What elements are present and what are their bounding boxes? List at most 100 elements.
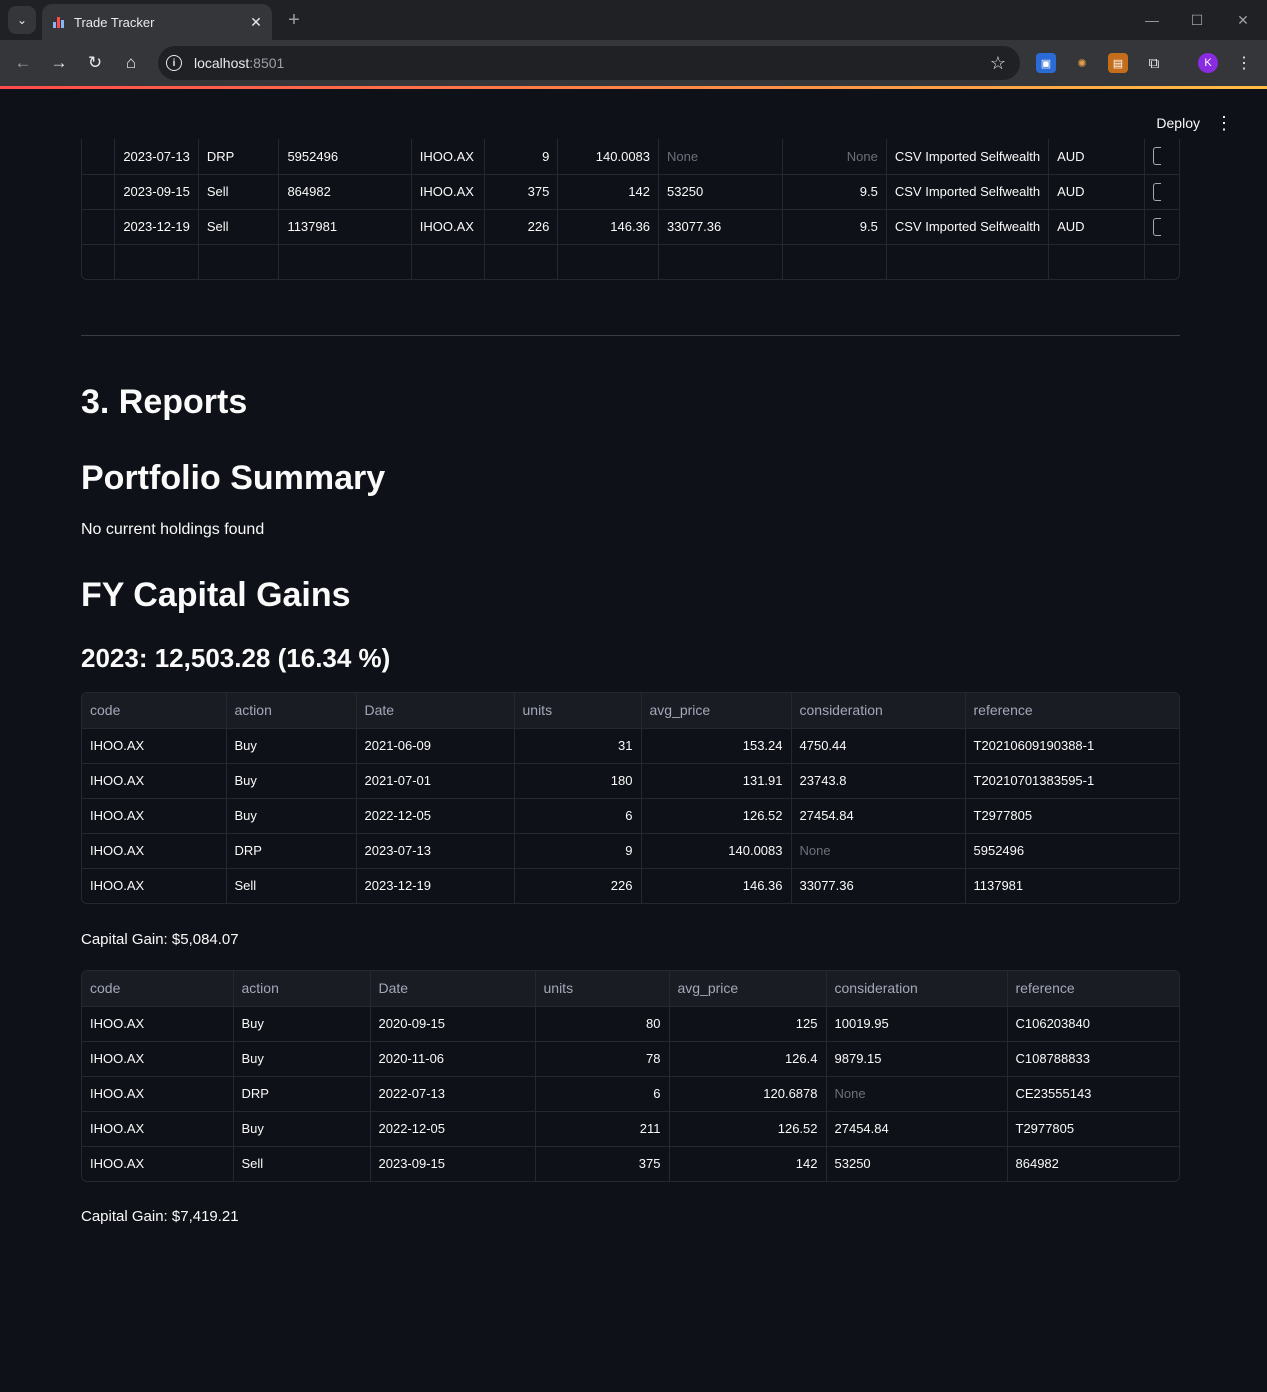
table-row[interactable]: IHOO.AX Buy 2021-06-09 31 153.24 4750.44 T2021… (82, 728, 1179, 764)
forward-arrow-icon[interactable]: → (47, 51, 71, 75)
table-row[interactable]: IHOO.AX Buy 2022-12-05 211 126.52 27454.84 T29… (82, 1111, 1179, 1147)
table-cell[interactable]: 2020-11-06 (370, 1041, 536, 1077)
deploy-button[interactable]: Deploy (1156, 115, 1200, 131)
table-cell[interactable]: 27454.84 (791, 798, 966, 834)
column-header-action[interactable]: action (233, 971, 371, 1007)
currency-cell[interactable]: AUD (1048, 139, 1145, 175)
table-cell[interactable]: 2021-06-09 (356, 728, 515, 764)
table-cell[interactable]: 131.91 (641, 763, 792, 799)
table-cell[interactable]: 146.36 (641, 868, 792, 903)
site-info-icon[interactable]: i (166, 55, 182, 71)
extension-orange-icon[interactable]: ▤ (1108, 53, 1128, 73)
table-row[interactable]: IHOO.AX Buy 2021-07-01 180 131.91 23743.8 T202… (82, 763, 1179, 799)
currency-cell[interactable]: AUD (1048, 209, 1145, 245)
table-cell[interactable]: Buy (233, 1041, 371, 1077)
table-cell[interactable]: DRP (233, 1076, 371, 1112)
units-cell[interactable]: 375 (484, 174, 559, 210)
column-header-date[interactable]: Date (356, 693, 515, 729)
table-cell[interactable]: C106203840 (1007, 1006, 1179, 1042)
table-cell[interactable]: 2023-09-15 (370, 1146, 536, 1181)
table-cell[interactable]: 2021-07-01 (356, 763, 515, 799)
table-cell[interactable]: Buy (233, 1111, 371, 1147)
table-cell[interactable]: 2020-09-15 (370, 1006, 536, 1042)
currency-cell[interactable]: AUD (1048, 174, 1145, 210)
table-cell[interactable]: IHOO.AX (82, 833, 227, 869)
action-cell[interactable]: Sell (198, 209, 280, 245)
browser-menu-icon[interactable]: ⋮ (1234, 53, 1254, 73)
extension-bitwarden-icon[interactable]: ▣ (1036, 53, 1056, 73)
brokerage-cell[interactable]: 9.5 (782, 209, 887, 245)
table-cell[interactable]: 2022-07-13 (370, 1076, 536, 1112)
column-header-code[interactable]: code (82, 971, 234, 1007)
table-cell[interactable]: IHOO.AX (82, 763, 227, 799)
profile-avatar[interactable]: K (1198, 53, 1218, 73)
table-cell[interactable]: 140.0083 (641, 833, 792, 869)
brokerage-cell[interactable]: None (782, 139, 887, 175)
tab-search-button[interactable]: ⌄ (8, 6, 36, 34)
column-header-units[interactable]: units (535, 971, 670, 1007)
column-header-action[interactable]: action (226, 693, 357, 729)
extensions-puzzle-icon[interactable]: ⧉ (1144, 53, 1164, 73)
table-cell[interactable]: DRP (226, 833, 357, 869)
table-cell[interactable]: 125 (669, 1006, 827, 1042)
consideration-cell[interactable]: None (658, 139, 784, 175)
table-cell[interactable]: 211 (535, 1111, 670, 1147)
table-cell[interactable]: Sell (233, 1146, 371, 1181)
table-cell[interactable]: 1137981 (965, 868, 1179, 903)
checkbox-cell[interactable] (1144, 174, 1179, 210)
column-header-consideration[interactable]: consideration (826, 971, 1008, 1007)
notes-cell[interactable]: CSV Imported Selfwealth (886, 209, 1050, 245)
table-cell[interactable]: IHOO.AX (82, 728, 227, 764)
reference-cell[interactable]: 5952496 (278, 139, 412, 175)
table-cell[interactable]: 6 (535, 1076, 670, 1112)
code-cell[interactable]: IHOO.AX (411, 139, 485, 175)
table-cell[interactable]: 126.52 (669, 1111, 827, 1147)
table-cell[interactable]: 33077.36 (791, 868, 966, 903)
table-cell[interactable]: 10019.95 (826, 1006, 1008, 1042)
code-cell[interactable]: IHOO.AX (411, 209, 485, 245)
table-cell[interactable]: 80 (535, 1006, 670, 1042)
table-cell[interactable]: 180 (514, 763, 642, 799)
table-cell[interactable]: 120.6878 (669, 1076, 827, 1112)
consideration-cell[interactable]: 53250 (658, 174, 784, 210)
table-cell[interactable]: 142 (669, 1146, 827, 1181)
back-arrow-icon[interactable]: ← (11, 51, 35, 75)
table-cell[interactable]: 9 (514, 833, 642, 869)
reference-cell[interactable]: 864982 (278, 174, 412, 210)
column-header-reference[interactable]: reference (1007, 971, 1179, 1007)
table-cell[interactable]: 2023-07-13 (356, 833, 515, 869)
table-cell[interactable]: 2023-12-19 (356, 868, 515, 903)
price-cell[interactable]: 140.0083 (557, 139, 660, 175)
column-header-consideration[interactable]: consideration (791, 693, 966, 729)
table-cell[interactable]: 27454.84 (826, 1111, 1008, 1147)
table-cell[interactable]: 2022-12-05 (370, 1111, 536, 1147)
table-cell[interactable]: Buy (226, 728, 357, 764)
units-cell[interactable]: 9 (484, 139, 559, 175)
table-cell[interactable]: 864982 (1007, 1146, 1179, 1181)
close-window-icon[interactable]: ✕ (1231, 8, 1255, 32)
date-cell[interactable]: 2023-07-13 (114, 139, 199, 175)
column-header-avg-price[interactable]: avg_price (641, 693, 792, 729)
table-cell[interactable]: 4750.44 (791, 728, 966, 764)
minimize-icon[interactable]: — (1140, 8, 1164, 32)
table-row[interactable]: 2023-12-19 Sell 1137981 IHOO.AX 226 146.… (82, 209, 1179, 245)
table-cell[interactable]: 226 (514, 868, 642, 903)
home-icon[interactable]: ⌂ (119, 51, 143, 75)
new-tab-button[interactable]: + (282, 8, 306, 32)
table-cell[interactable]: T20210701383595-1 (965, 763, 1179, 799)
table-cell[interactable]: Buy (226, 798, 357, 834)
price-cell[interactable]: 142 (557, 174, 660, 210)
table-cell[interactable]: IHOO.AX (82, 1111, 234, 1147)
column-header-code[interactable]: code (82, 693, 227, 729)
table-cell[interactable]: 5952496 (965, 833, 1179, 869)
column-header-avg-price[interactable]: avg_price (669, 971, 827, 1007)
table-cell[interactable]: IHOO.AX (82, 798, 227, 834)
table-cell[interactable]: None (826, 1076, 1008, 1112)
table-cell[interactable]: IHOO.AX (82, 1076, 234, 1112)
tab-close-icon[interactable]: ✕ (248, 14, 264, 31)
reload-icon[interactable]: ↻ (83, 51, 107, 75)
column-header-date[interactable]: Date (370, 971, 536, 1007)
table-cell[interactable]: 53250 (826, 1146, 1008, 1181)
table-row[interactable]: IHOO.AX DRP 2022-07-13 6 120.6878 None CE23555… (82, 1076, 1179, 1112)
extension-cookie-icon[interactable]: ✺ (1072, 53, 1092, 73)
